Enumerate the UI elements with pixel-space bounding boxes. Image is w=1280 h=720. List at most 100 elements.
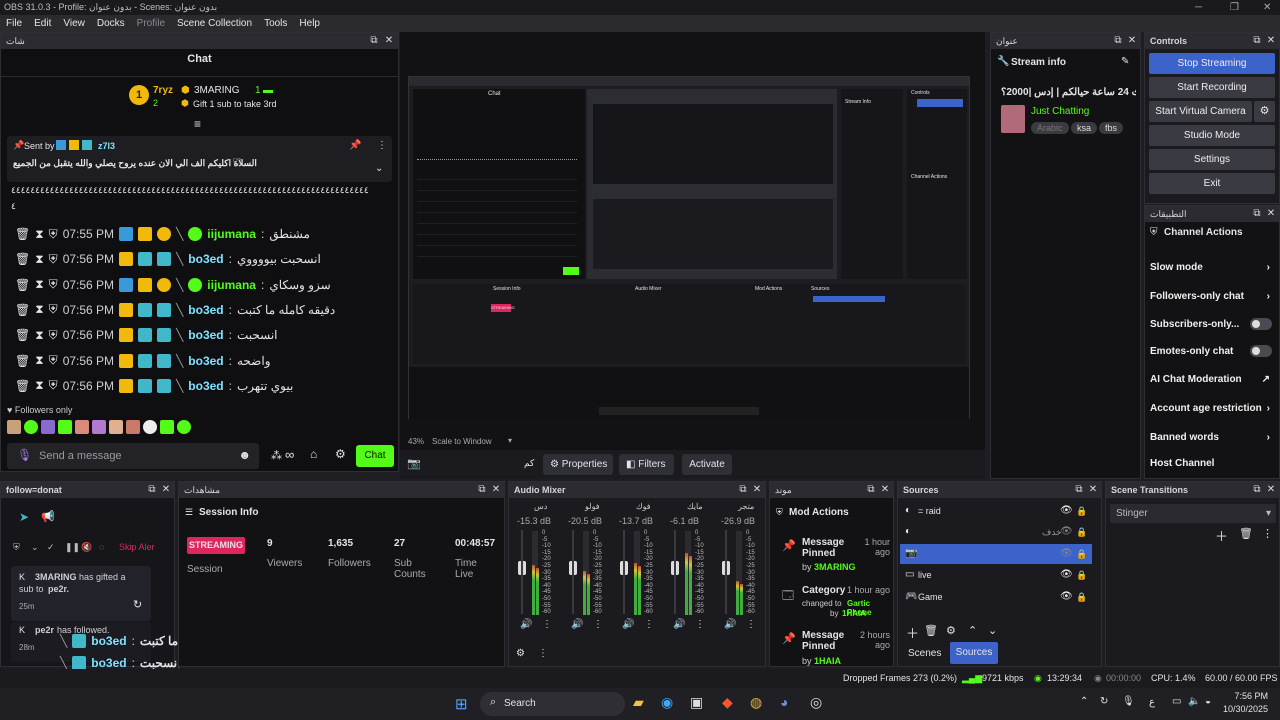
undock-icon[interactable]: ⧉ xyxy=(1112,33,1124,49)
minimize-icon[interactable]: ─ xyxy=(1195,0,1202,15)
emote-icon[interactable] xyxy=(109,420,123,434)
clock-date[interactable]: 10/30/2025 xyxy=(1218,704,1268,714)
stop-streaming-button[interactable]: Stop Streaming xyxy=(1149,53,1275,74)
chat-message[interactable]: 🗑 ⧗ ⛨ 07:56 PM ╲ bo3ed: دقيقه كامله ما كتبت xyxy=(15,299,335,321)
source-item[interactable]: ◐ خدف 👁 🔒 xyxy=(900,522,1092,542)
ban-icon[interactable]: ⛨ xyxy=(49,252,58,267)
sub-name[interactable]: 3MARING xyxy=(194,85,240,96)
message-user[interactable]: iijumana xyxy=(207,227,256,241)
chat-message[interactable]: 🗑 ⧗ ⛨ 07:56 PM ╲ iijumana: سزو وسكاي xyxy=(15,274,331,296)
obs-icon[interactable]: ◎ xyxy=(810,694,822,711)
transition-select[interactable]: Stinger ▾ xyxy=(1110,504,1276,523)
volume-icon[interactable]: 🔊 xyxy=(724,619,736,630)
category-name[interactable]: Just Chatting xyxy=(1031,106,1089,117)
emote-icon[interactable] xyxy=(7,420,21,434)
delete-icon[interactable]: 🗑 xyxy=(15,227,30,241)
store-icon[interactable]: ▣ xyxy=(690,694,703,711)
more-icon[interactable]: ⋮ xyxy=(377,140,387,151)
ban-icon[interactable]: ⛨ xyxy=(49,353,58,368)
shield-icon[interactable]: ⛨ xyxy=(13,542,20,553)
message-user[interactable]: iijumana xyxy=(207,278,256,292)
delete-icon[interactable]: 🗑 xyxy=(15,278,30,292)
emote-icon[interactable] xyxy=(24,420,38,434)
screenshot-icon[interactable]: 📷 xyxy=(407,457,421,470)
emote-icon[interactable] xyxy=(177,420,191,434)
menu-profile[interactable]: Profile xyxy=(137,18,165,29)
mute-icon[interactable]: 🔇 xyxy=(81,542,92,553)
delete-icon[interactable]: 🗑 xyxy=(15,252,30,266)
clock-time[interactable]: 7:56 PM xyxy=(1226,691,1268,701)
taskbar-search[interactable]: ⌕ Search xyxy=(480,692,625,716)
undock-icon[interactable]: ⧉ xyxy=(1251,206,1263,222)
banned-words-item[interactable]: Banned words › xyxy=(1150,432,1274,443)
ban-icon[interactable]: ⛨ xyxy=(49,277,58,292)
people-icon[interactable]: ⁂ xyxy=(271,449,282,462)
hide-icon[interactable]: ◌ xyxy=(99,542,104,552)
volume-icon[interactable]: 🔊 xyxy=(622,619,634,630)
add-source-icon[interactable]: ＋ xyxy=(906,623,919,642)
filters-button[interactable]: ◧ Filters xyxy=(619,454,674,475)
gift-prompt[interactable]: Gift 1 sub to take 3rd xyxy=(193,99,277,109)
emote-icon[interactable] xyxy=(75,420,89,434)
volume-icon[interactable]: 🔈 xyxy=(1188,696,1200,707)
mod-item-user[interactable]: 3MARING xyxy=(814,562,856,572)
close-icon[interactable]: ✕ xyxy=(1087,482,1099,498)
expand-icon[interactable]: ≡ xyxy=(194,117,201,131)
studio-mode-button[interactable]: Studio Mode xyxy=(1149,125,1275,146)
preview-area[interactable]: Chat Stream Info Controls Channel Action… xyxy=(400,32,985,450)
subscribers-only-toggle[interactable] xyxy=(1250,318,1272,330)
fader-track[interactable] xyxy=(521,530,523,614)
visibility-eye-icon[interactable]: 👁 xyxy=(1060,544,1073,564)
timeout-icon[interactable]: ⧗ xyxy=(35,277,43,292)
more-icon[interactable]: ⋮ xyxy=(593,619,603,630)
timeout-icon[interactable]: ⧗ xyxy=(35,378,43,393)
maximize-icon[interactable]: ❐ xyxy=(1230,0,1239,15)
undock-icon[interactable]: ⧉ xyxy=(146,482,158,498)
ban-icon[interactable]: ⛨ xyxy=(49,378,58,393)
close-icon[interactable]: ✕ xyxy=(1265,206,1277,222)
timeout-icon[interactable]: ⧗ xyxy=(35,353,43,368)
pinned-sender[interactable]: z7l3 xyxy=(98,141,115,151)
chat-message[interactable]: 🗑 ⧗ ⛨ 07:56 PM ╲ bo3ed: بيوي تتهرب xyxy=(15,375,293,397)
network-icon[interactable]: ▭ xyxy=(1172,696,1181,707)
close-icon[interactable]: ✕ xyxy=(1126,33,1138,49)
mod-item-actor[interactable]: 1HAIA xyxy=(842,609,866,618)
skip-alert-button[interactable]: Skip Aler xyxy=(119,542,155,552)
lock-icon[interactable]: 🔒 xyxy=(1076,544,1087,564)
source-item[interactable]: ▭ live 👁 🔒 xyxy=(900,565,1092,585)
close-icon[interactable]: ✕ xyxy=(160,482,172,498)
delete-icon[interactable]: 🗑 xyxy=(15,328,30,342)
close-icon[interactable]: ✕ xyxy=(1265,482,1277,498)
host-channel-item[interactable]: Host Channel xyxy=(1150,458,1274,469)
delete-icon[interactable]: 🗑 xyxy=(15,354,30,368)
emote-icon[interactable] xyxy=(41,420,55,434)
pause-icon[interactable]: ❚❚ xyxy=(65,542,80,553)
slow-mode-item[interactable]: Slow mode › xyxy=(1150,262,1274,273)
send-chat-button[interactable]: Chat xyxy=(356,445,394,467)
fader-track[interactable] xyxy=(572,530,574,614)
microphone-icon[interactable]: 🎙 xyxy=(17,448,32,462)
start-virtual-camera-button[interactable]: Start Virtual Camera xyxy=(1149,101,1252,122)
ban-icon[interactable]: ⛨ xyxy=(49,302,58,317)
chat-message[interactable]: 🗑 ⧗ ⛨ 07:55 PM ╲ iijumana: مشنطق xyxy=(15,223,310,245)
start-recording-button[interactable]: Start Recording xyxy=(1149,77,1275,98)
menu-tools[interactable]: Tools xyxy=(264,18,287,29)
tag-fbs[interactable]: fbs xyxy=(1099,122,1124,134)
language-indicator[interactable]: ع xyxy=(1149,697,1155,708)
menu-file[interactable]: File xyxy=(6,18,22,29)
timeout-icon[interactable]: ⧗ xyxy=(35,328,43,343)
properties-button[interactable]: ⚙ Properties xyxy=(543,454,613,475)
mod-item-user[interactable]: 1HAIA xyxy=(814,656,841,666)
chevron-down-icon[interactable]: ⌄ xyxy=(375,163,383,174)
trash-icon[interactable]: 🗑 xyxy=(1239,527,1253,540)
source-item[interactable]: 🎮 Game 👁 🔒 xyxy=(900,587,1092,607)
message-user[interactable]: bo3ed xyxy=(188,328,223,342)
lock-icon[interactable]: 🔒 xyxy=(1076,501,1087,521)
timeout-icon[interactable]: ⧗ xyxy=(35,302,43,317)
infinity-icon[interactable]: ∞ xyxy=(285,447,294,462)
emotes-only-item[interactable]: Emotes-only chat xyxy=(1150,345,1274,357)
replay-icon[interactable]: ↻ xyxy=(133,598,142,611)
volume-icon[interactable]: 🔊 xyxy=(571,619,583,630)
windows-start-icon[interactable]: ⊞ xyxy=(455,695,468,713)
pin-icon[interactable]: 📌 xyxy=(349,140,361,151)
